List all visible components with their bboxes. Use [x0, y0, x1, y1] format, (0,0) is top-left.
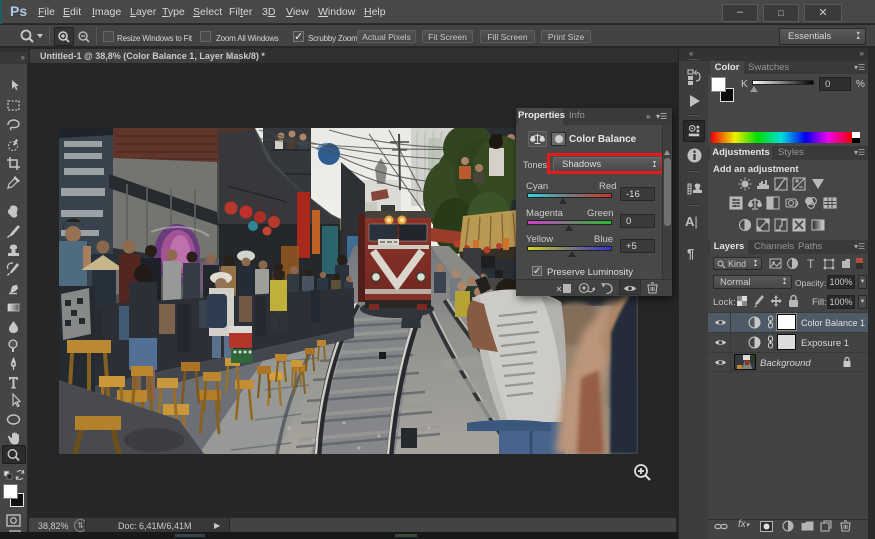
svg-text:T: T [807, 257, 815, 270]
